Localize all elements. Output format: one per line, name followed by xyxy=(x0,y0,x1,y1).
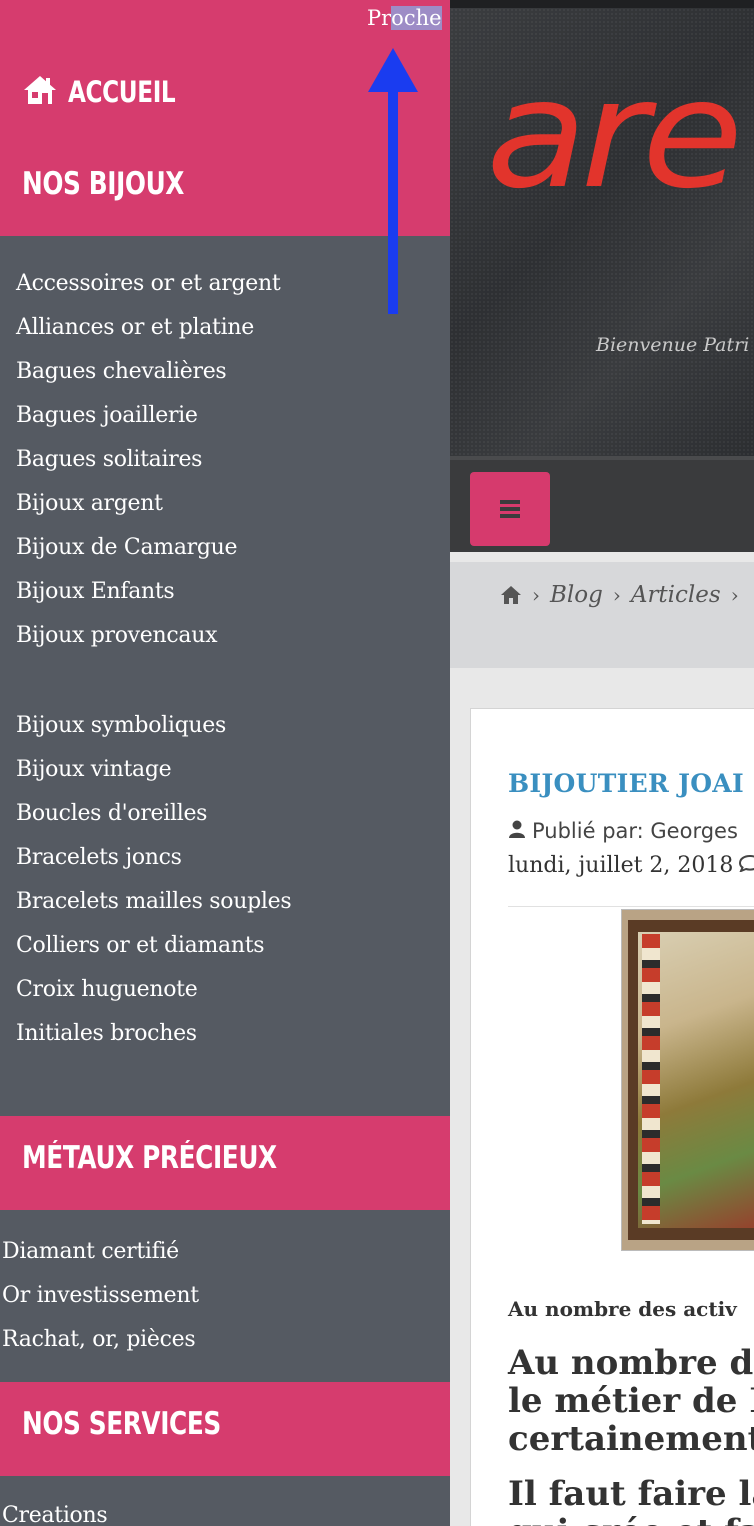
article-title[interactable]: BIJOUTIER JOAI xyxy=(508,769,744,798)
menu-list-services: Creations xyxy=(2,1494,108,1526)
heading-line: Au nombre de xyxy=(508,1343,754,1383)
menu-item[interactable]: Boucles d'oreilles xyxy=(16,792,291,836)
author-text: Publié par: Georges xyxy=(532,819,738,843)
article-subheading: Il faut faire la qui crée et fab xyxy=(508,1475,754,1526)
menu-item[interactable]: Croix huguenote xyxy=(16,968,291,1012)
menu-item[interactable]: Or investissement xyxy=(2,1274,199,1318)
menu-item[interactable]: Accessoires or et argent xyxy=(16,262,281,306)
article-author: Publié par: Georges xyxy=(508,819,738,843)
heading-line: certainement xyxy=(508,1419,754,1459)
menu-item[interactable]: Bagues chevalières xyxy=(16,350,280,394)
menu-item[interactable]: Colliers or et diamants xyxy=(16,924,291,968)
menu-item[interactable]: Bijoux argent xyxy=(16,482,280,526)
menu-item[interactable]: Creations xyxy=(2,1494,108,1526)
heading-line: qui crée et fab xyxy=(508,1513,754,1526)
menu-item[interactable]: Initiales broches xyxy=(16,1012,291,1056)
menu-item[interactable]: Bijoux provencaux xyxy=(16,614,280,658)
welcome-text: Bienvenue Patri xyxy=(596,334,750,356)
divider xyxy=(508,906,754,907)
close-menu-link[interactable]: Proche xyxy=(367,6,442,30)
menu-item-home[interactable]: ACCUEIL xyxy=(22,74,202,110)
menu-item[interactable]: Bagues solitaires xyxy=(16,438,280,482)
section-heading-metaux[interactable]: MÉTAUX PRÉCIEUX xyxy=(22,1140,277,1176)
heading-line: Il faut faire la xyxy=(508,1474,754,1514)
section-heading-services[interactable]: NOS SERVICES xyxy=(22,1406,221,1442)
menu-item[interactable]: Rachat, or, pièces xyxy=(2,1318,199,1362)
chevron-right-icon: › xyxy=(532,583,540,607)
site-header: are Bienvenue Patri xyxy=(450,0,754,456)
menu-list-metaux: Diamant certifié Or investissement Racha… xyxy=(2,1230,199,1362)
comments-icon[interactable] xyxy=(739,853,754,878)
breadcrumb: › Blog › Articles › xyxy=(500,582,739,608)
article-heading: Au nombre de le métier de B certainement xyxy=(508,1344,754,1458)
menu-item[interactable]: Alliances or et platine xyxy=(16,306,280,350)
main-page: are Bienvenue Patri › Blog › Articles › … xyxy=(450,0,754,1526)
chevron-right-icon: › xyxy=(612,583,621,607)
close-link-selected-text: oche xyxy=(391,6,442,30)
article-image xyxy=(621,909,754,1251)
home-icon[interactable] xyxy=(500,585,522,605)
article-intro: Au nombre des activ xyxy=(508,1297,737,1321)
breadcrumb-item-articles[interactable]: Articles xyxy=(631,582,721,608)
site-logo[interactable]: are xyxy=(486,60,743,210)
home-icon xyxy=(22,74,58,110)
home-label: ACCUEIL xyxy=(68,75,176,109)
heading-line: le métier de B xyxy=(508,1381,754,1421)
article-date: lundi, juillet 2, 2018 xyxy=(508,853,754,878)
breadcrumb-item-blog[interactable]: Blog xyxy=(550,582,603,608)
breadcrumb-bar: › Blog › Articles › xyxy=(450,562,754,668)
date-text: lundi, juillet 2, 2018 xyxy=(508,853,734,878)
user-icon xyxy=(508,819,526,843)
menu-item[interactable]: Bijoux Enfants xyxy=(16,570,280,614)
menu-list-bijoux: Accessoires or et argent Alliances or et… xyxy=(16,262,281,658)
menu-toggle-button[interactable] xyxy=(470,472,550,546)
menu-list-bijoux-continued: Bijoux symboliques Bijoux vintage Boucle… xyxy=(16,704,292,1056)
annotation-arrow-icon xyxy=(368,48,418,314)
menu-item[interactable]: Bracelets mailles souples xyxy=(16,880,292,924)
menu-item[interactable]: Bijoux de Camargue xyxy=(16,526,280,570)
menu-item[interactable]: Bracelets joncs xyxy=(16,836,291,880)
close-link-text: Pr xyxy=(367,6,392,30)
menu-item[interactable]: Diamant certifié xyxy=(2,1230,199,1274)
navbar xyxy=(450,456,754,552)
section-heading-bijoux[interactable]: NOS BIJOUX xyxy=(22,166,184,202)
menu-item[interactable]: Bijoux vintage xyxy=(16,748,291,792)
menu-item[interactable]: Bijoux symboliques xyxy=(16,704,291,748)
menu-item[interactable]: Bagues joaillerie xyxy=(16,394,280,438)
chevron-right-icon: › xyxy=(730,583,739,607)
hamburger-icon xyxy=(500,500,520,518)
article-card: BIJOUTIER JOAI Publié par: Georges lundi… xyxy=(470,708,754,1526)
